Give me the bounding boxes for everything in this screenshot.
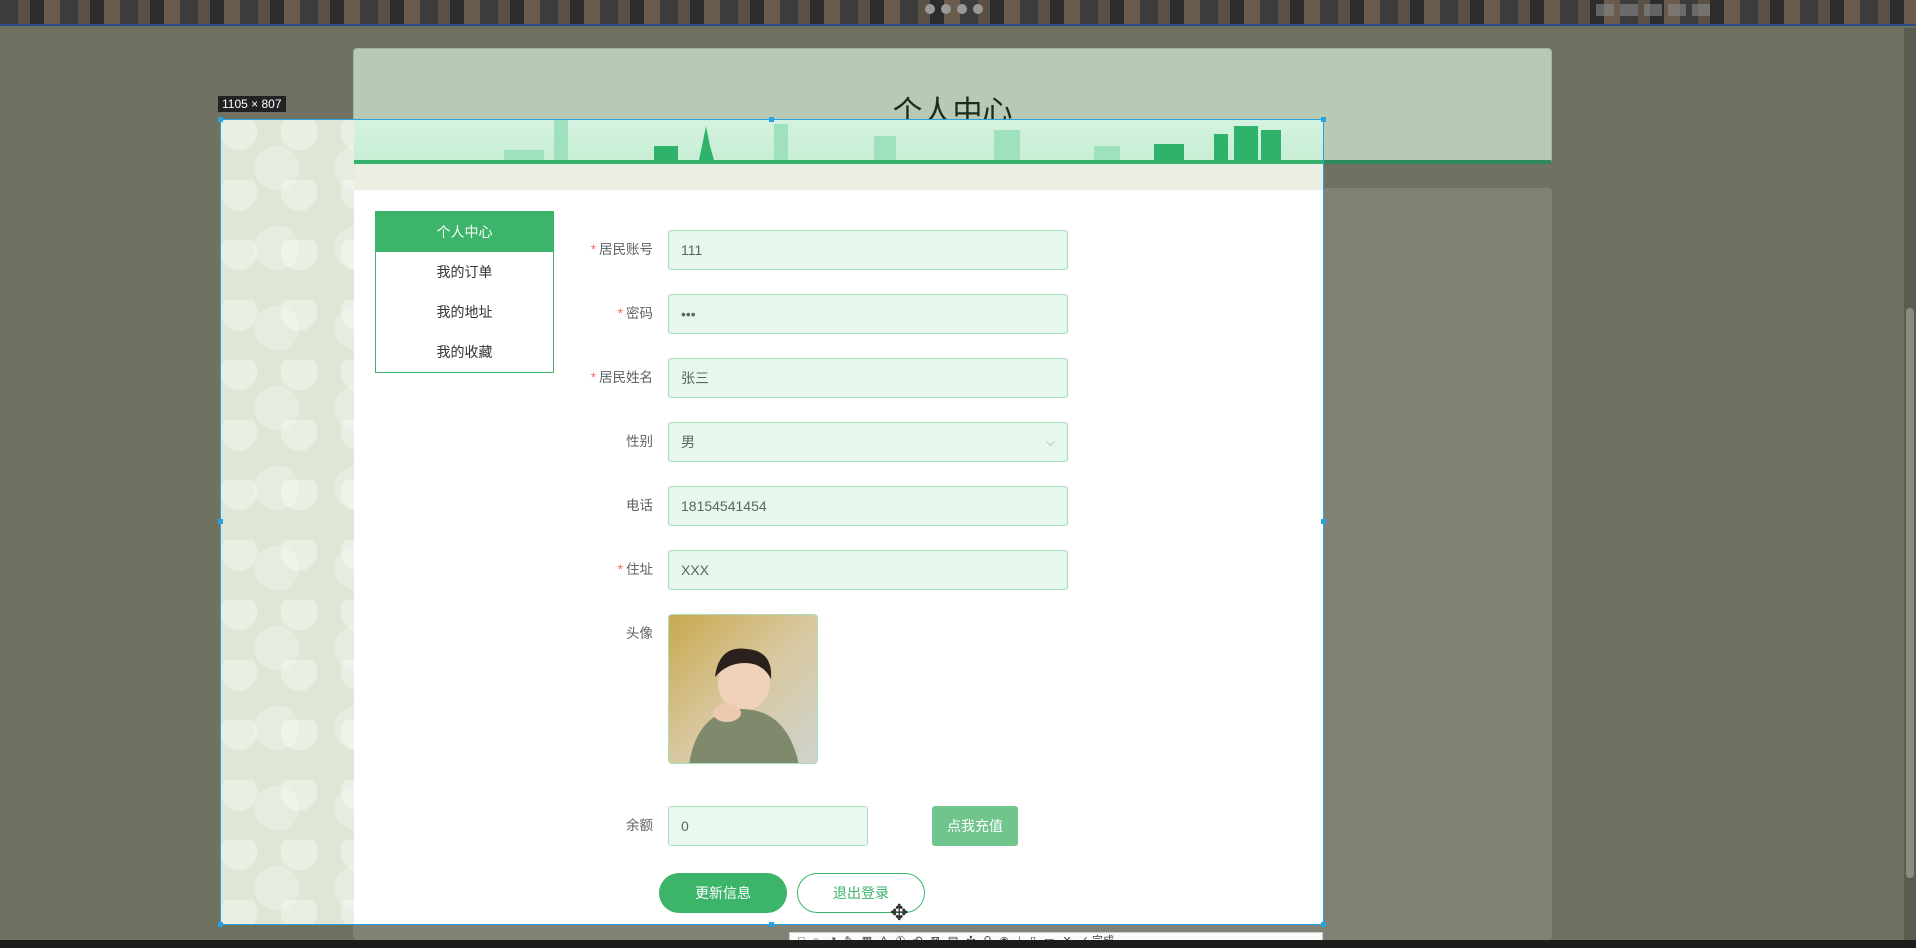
form-row-balance: 余额 0 点我充值 xyxy=(524,806,1124,846)
form-row-phone: 电话 18154541454 xyxy=(524,486,1124,526)
avatar-label: 头像 xyxy=(626,626,653,641)
selection-handle-t[interactable] xyxy=(769,117,774,122)
balance-input: 0 xyxy=(668,806,868,846)
form-actions: 更新信息 退出登录 xyxy=(524,873,1124,913)
account-label: * 居民账号 xyxy=(590,242,653,257)
profile-card: 个人中心 我的订单 我的地址 我的收藏 * 居民账号 111 * 密码 ••• * 居… xyxy=(354,190,1323,924)
password-input[interactable]: ••• xyxy=(668,294,1068,334)
avatar-upload[interactable] xyxy=(668,614,818,764)
balance-label: 余额 xyxy=(626,818,653,833)
address-label: * 住址 xyxy=(617,562,653,577)
selection-handle-bl[interactable] xyxy=(218,922,223,927)
avatar-image xyxy=(669,615,817,763)
selection-handle-br[interactable] xyxy=(1321,922,1326,927)
page-scrollbar[interactable] xyxy=(1904,28,1916,940)
gender-label: 性别 xyxy=(626,434,653,449)
taskbar xyxy=(0,940,1916,948)
name-input[interactable]: 张三 xyxy=(668,358,1068,398)
recharge-button[interactable]: 点我充值 xyxy=(932,806,1018,846)
password-label: * 密码 xyxy=(617,306,653,321)
selection-handle-b[interactable] xyxy=(769,922,774,927)
window-controls[interactable] xyxy=(1596,4,1716,16)
screenshot-selection-region[interactable]: 个人中心 我的订单 我的地址 我的收藏 * 居民账号 111 * 密码 ••• * 居… xyxy=(220,119,1324,925)
header-skyline-banner xyxy=(354,120,1323,164)
form-row-avatar: 头像 xyxy=(524,614,1124,764)
form-row-gender: 性别 男 ⌵ xyxy=(524,422,1124,462)
form-row-password: * 密码 ••• xyxy=(524,294,1124,334)
form-row-address: * 住址 XXX xyxy=(524,550,1124,590)
top-image-strip xyxy=(0,0,1916,26)
phone-input[interactable]: 18154541454 xyxy=(668,486,1068,526)
selection-handle-tr[interactable] xyxy=(1321,117,1326,122)
scrollbar-thumb[interactable] xyxy=(1906,308,1914,878)
gender-select[interactable]: 男 ⌵ xyxy=(668,422,1068,462)
update-info-button[interactable]: 更新信息 xyxy=(659,873,787,913)
skyline-illustration xyxy=(504,120,1281,160)
account-input[interactable]: 111 xyxy=(668,230,1068,270)
selection-handle-tl[interactable] xyxy=(218,117,223,122)
gender-selected-value: 男 xyxy=(681,434,695,450)
move-cursor-icon: ✥ xyxy=(890,900,909,925)
name-label: * 居民姓名 xyxy=(590,370,653,385)
address-input[interactable]: XXX xyxy=(668,550,1068,590)
selection-handle-r[interactable] xyxy=(1321,519,1326,524)
chevron-down-icon: ⌵ xyxy=(1045,435,1055,449)
decorative-pattern xyxy=(221,120,355,924)
form-row-name: * 居民姓名 张三 xyxy=(524,358,1124,398)
form-row-account: * 居民账号 111 xyxy=(524,230,1124,270)
selection-size-label: 1105 × 807 xyxy=(218,96,286,112)
phone-label: 电话 xyxy=(626,498,653,513)
carousel-dots[interactable] xyxy=(925,4,983,14)
selection-handle-l[interactable] xyxy=(218,519,223,524)
